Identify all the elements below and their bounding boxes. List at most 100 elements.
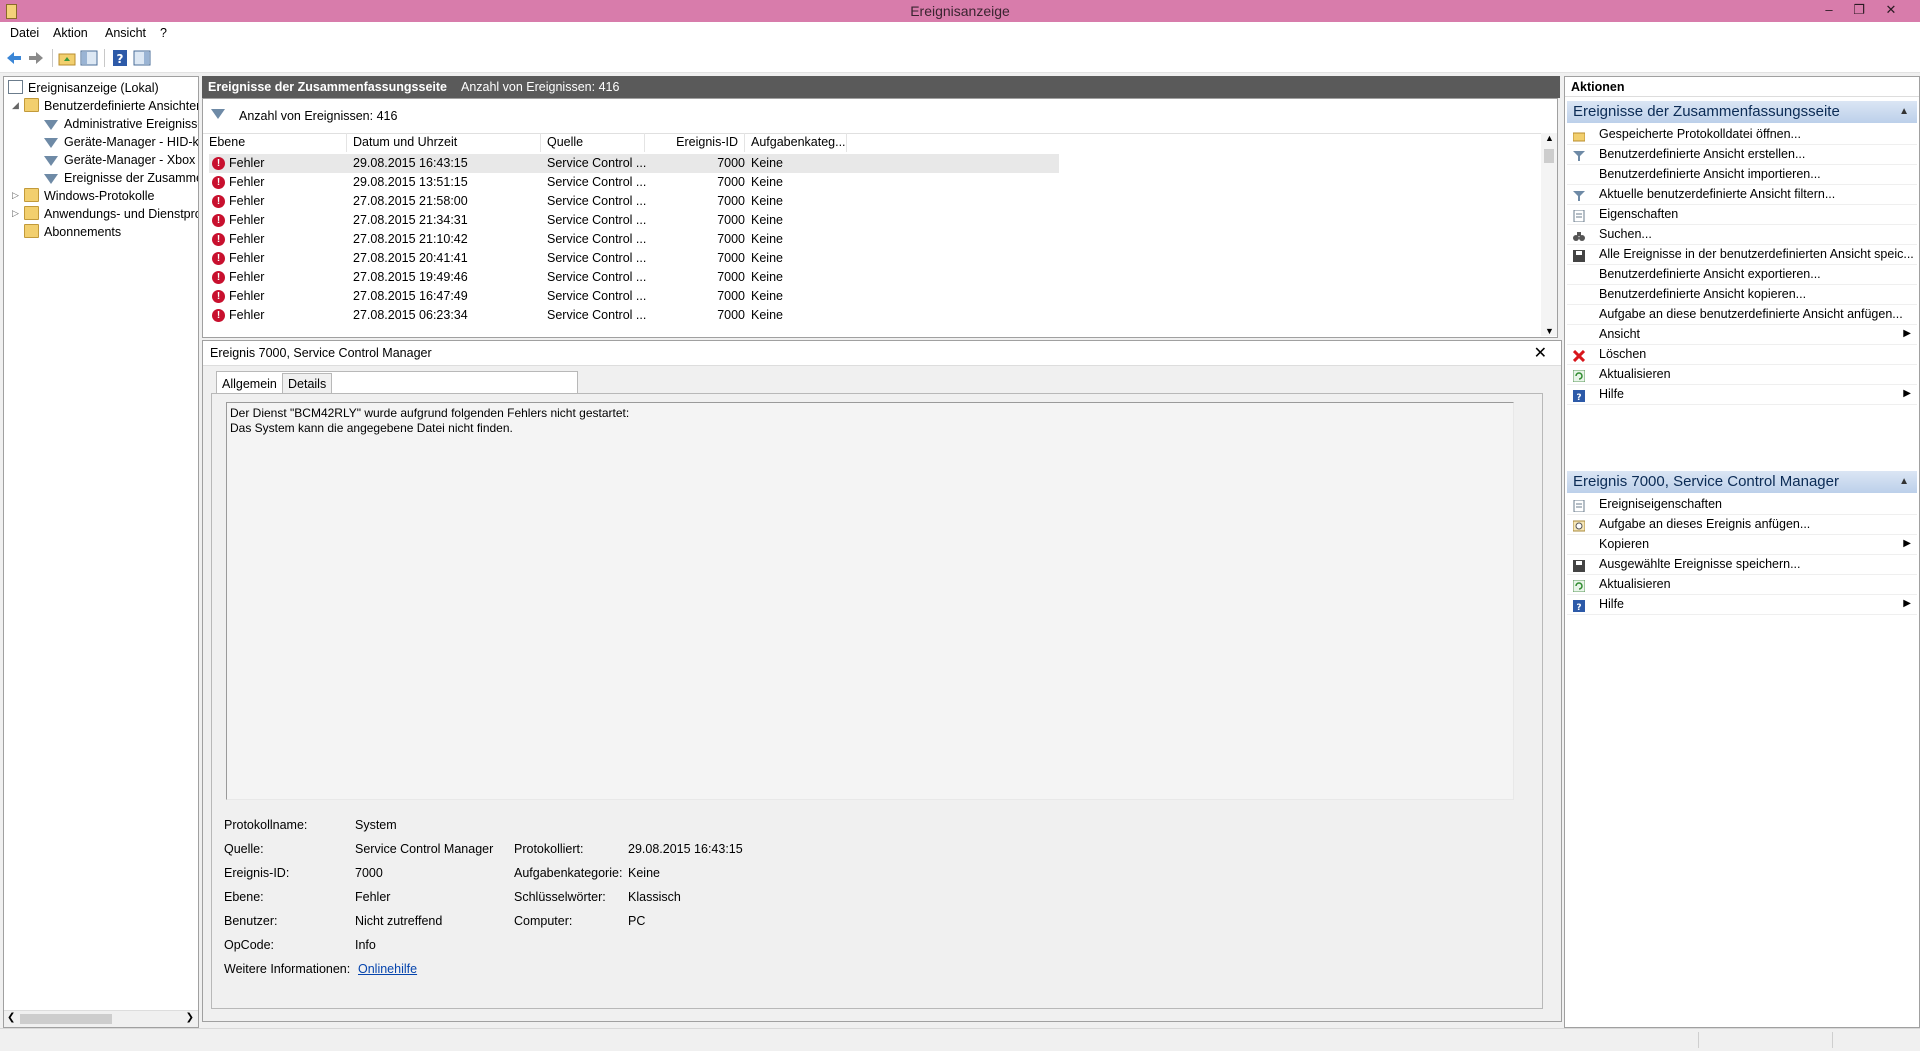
error-icon: ! xyxy=(212,309,225,322)
action-items1-7[interactable]: Benutzerdefinierte Ansicht exportieren..… xyxy=(1567,264,1917,285)
tree-item-administrative[interactable]: Administrative Ereignisse xyxy=(44,115,198,133)
event-count-bar: Anzahl von Ereignissen: 416 xyxy=(203,99,1557,134)
action-items2-3[interactable]: Ausgewählte Ereignisse speichern... xyxy=(1567,554,1917,575)
scroll-left-icon[interactable]: ❮ xyxy=(7,1012,15,1023)
action-items2-5[interactable]: ? Hilfe ▶ xyxy=(1567,594,1917,615)
table-row[interactable]: ! Fehler 29.08.2015 16:43:15 Service Contro… xyxy=(209,154,1059,173)
open-folder-icon xyxy=(1572,128,1586,142)
tree-subscriptions[interactable]: Abonnements xyxy=(24,223,121,241)
actions-section-event[interactable]: Ereignis 7000, Service Control Manager ▲ xyxy=(1567,471,1917,493)
action-items2-0[interactable]: Ereigniseigenschaften xyxy=(1567,494,1917,515)
cell-date: 27.08.2015 21:58:00 xyxy=(353,194,468,208)
action-items1-9[interactable]: Aufgabe an diese benutzerdefinierte Ansi… xyxy=(1567,304,1917,325)
collapse-arrow-icon[interactable]: ▲ xyxy=(1899,471,1909,493)
help-icon[interactable]: ? xyxy=(111,49,129,67)
event-message-box[interactable]: Der Dienst "BCM42RLY" wurde aufgrund fol… xyxy=(226,402,1514,800)
collapse-arrow-icon[interactable]: ▲ xyxy=(1899,101,1909,123)
section-title: Ereignis 7000, Service Control Manager xyxy=(1573,473,1839,490)
event-list-vertical-scrollbar[interactable]: ▲ ▼ xyxy=(1541,133,1557,336)
event-count-label: Anzahl von Ereignissen: 416 xyxy=(239,109,398,123)
column-header-event-id[interactable]: Ereignis-ID xyxy=(645,133,745,152)
action-items2-4[interactable]: Aktualisieren xyxy=(1567,574,1917,595)
action-items1-11[interactable]: Löschen xyxy=(1567,344,1917,365)
show-hide-tree-icon[interactable] xyxy=(80,49,98,67)
cell-date: 27.08.2015 21:34:31 xyxy=(353,213,468,227)
tree-root-label: Ereignisanzeige (Lokal) xyxy=(28,81,159,95)
tree-app-logs[interactable]: Anwendungs- und Dienstprotokolle xyxy=(24,205,198,223)
detail-header: Ereignis 7000, Service Control Manager ✕ xyxy=(203,341,1561,366)
action-items1-3[interactable]: Aktuelle benutzerdefinierte Ansicht filt… xyxy=(1567,184,1917,205)
restore-button[interactable]: ❐ xyxy=(1846,0,1872,20)
scroll-thumb[interactable] xyxy=(1544,149,1554,163)
table-row[interactable]: ! Fehler 27.08.2015 16:47:49 Service Contro… xyxy=(209,287,1059,306)
online-help-link[interactable]: Onlinehilfe xyxy=(358,962,417,976)
close-button[interactable]: ✕ xyxy=(1878,0,1904,20)
tree-item-hid[interactable]: Geräte-Manager - HID-kompatible xyxy=(44,133,199,151)
action-items2-2[interactable]: Kopieren ▶ xyxy=(1567,534,1917,555)
menu-aktion[interactable]: Aktion xyxy=(53,26,88,40)
scroll-thumb[interactable] xyxy=(20,1014,112,1024)
action-label: Aktualisieren xyxy=(1599,577,1671,591)
cell-event-id: 7000 xyxy=(717,251,745,265)
action-items1-13[interactable]: ? Hilfe ▶ xyxy=(1567,384,1917,405)
tree-horizontal-scrollbar[interactable]: ❮ ❯ xyxy=(4,1010,198,1027)
table-row[interactable]: ! Fehler 27.08.2015 06:23:34 Service Contro… xyxy=(209,306,1059,325)
table-row[interactable]: ! Fehler 27.08.2015 20:41:41 Service Contro… xyxy=(209,249,1059,268)
column-header-date[interactable]: Datum und Uhrzeit xyxy=(347,133,541,152)
table-row[interactable]: ! Fehler 27.08.2015 21:10:42 Service Contro… xyxy=(209,230,1059,249)
folder-icon xyxy=(24,188,39,202)
menu-help[interactable]: ? xyxy=(160,26,167,40)
tree-custom-views[interactable]: Benutzerdefinierte Ansichten xyxy=(24,97,198,115)
scroll-up-icon[interactable]: ▲ xyxy=(1545,133,1554,143)
table-row[interactable]: ! Fehler 27.08.2015 19:49:46 Service Contro… xyxy=(209,268,1059,287)
action-items1-4[interactable]: Eigenschaften xyxy=(1567,204,1917,225)
show-action-pane-icon[interactable] xyxy=(133,49,151,67)
tab-details[interactable]: Details xyxy=(282,373,333,394)
expand-triangle-icon[interactable]: ▷ xyxy=(12,208,19,219)
action-items1-5[interactable]: Suchen... xyxy=(1567,224,1917,245)
folder-icon xyxy=(24,206,39,220)
scroll-down-icon[interactable]: ▼ xyxy=(1545,326,1554,336)
action-items2-1[interactable]: Aufgabe an dieses Ereignis anfügen... xyxy=(1567,514,1917,535)
action-items1-10[interactable]: Ansicht ▶ xyxy=(1567,324,1917,345)
tree-item-label: Geräte-Manager - HID-kompatible xyxy=(64,135,199,149)
table-row[interactable]: ! Fehler 27.08.2015 21:34:31 Service Contro… xyxy=(209,211,1059,230)
cell-event-id: 7000 xyxy=(717,213,745,227)
tree-item-summary[interactable]: Ereignisse der Zusammenfassungsseite xyxy=(44,169,198,187)
tree-item-label: Ereignisse der Zusammenfassungsseite xyxy=(64,171,198,185)
scroll-right-icon[interactable]: ❯ xyxy=(186,1012,194,1023)
table-row[interactable]: ! Fehler 27.08.2015 21:58:00 Service Contro… xyxy=(209,192,1059,211)
close-icon[interactable]: ✕ xyxy=(1534,343,1547,363)
forward-arrow-icon[interactable] xyxy=(27,49,45,67)
tree-windows-logs[interactable]: Windows-Protokolle xyxy=(24,187,154,205)
action-items1-0[interactable]: Gespeicherte Protokolldatei öffnen... xyxy=(1567,124,1917,145)
column-header-source[interactable]: Quelle xyxy=(541,133,645,152)
expand-triangle-icon[interactable]: ▷ xyxy=(12,190,19,201)
table-row[interactable]: ! Fehler 29.08.2015 13:51:15 Service Contro… xyxy=(209,173,1059,192)
tree-item-label: Geräte-Manager - Xbox 360 xyxy=(64,153,198,167)
actions-section-summary[interactable]: Ereignisse der Zusammenfassungsseite ▲ xyxy=(1567,101,1917,123)
tree-root[interactable]: Ereignisanzeige (Lokal) xyxy=(8,79,159,97)
column-header-task-category[interactable]: Aufgabenkateg... xyxy=(745,133,847,152)
folder-up-icon[interactable] xyxy=(58,49,76,67)
action-items1-1[interactable]: Benutzerdefinierte Ansicht erstellen... xyxy=(1567,144,1917,165)
collapse-triangle-icon[interactable]: ◢ xyxy=(12,100,19,111)
tab-allgemein[interactable]: Allgemein xyxy=(216,371,578,395)
action-items1-2[interactable]: Benutzerdefinierte Ansicht importieren..… xyxy=(1567,164,1917,185)
column-header-level[interactable]: Ebene xyxy=(203,133,347,152)
properties-icon xyxy=(1573,208,1585,223)
cell-event-id: 7000 xyxy=(717,194,745,208)
cell-task-category: Keine xyxy=(751,175,783,189)
back-arrow-icon[interactable] xyxy=(5,49,23,67)
menu-datei[interactable]: Datei xyxy=(10,26,39,40)
action-items1-6[interactable]: Alle Ereignisse in der benutzerdefiniert… xyxy=(1567,244,1917,265)
action-items1-8[interactable]: Benutzerdefinierte Ansicht kopieren... xyxy=(1567,284,1917,305)
filter-icon xyxy=(1573,188,1585,201)
action-label: Benutzerdefinierte Ansicht erstellen... xyxy=(1599,147,1806,161)
minimize-button[interactable]: – xyxy=(1816,0,1842,20)
tree-item-xbox[interactable]: Geräte-Manager - Xbox 360 xyxy=(44,151,198,169)
menu-ansicht[interactable]: Ansicht xyxy=(105,26,146,40)
action-items1-12[interactable]: Aktualisieren xyxy=(1567,364,1917,385)
action-label: Alle Ereignisse in der benutzerdefiniert… xyxy=(1599,247,1914,261)
toolbar-separator xyxy=(104,49,105,67)
